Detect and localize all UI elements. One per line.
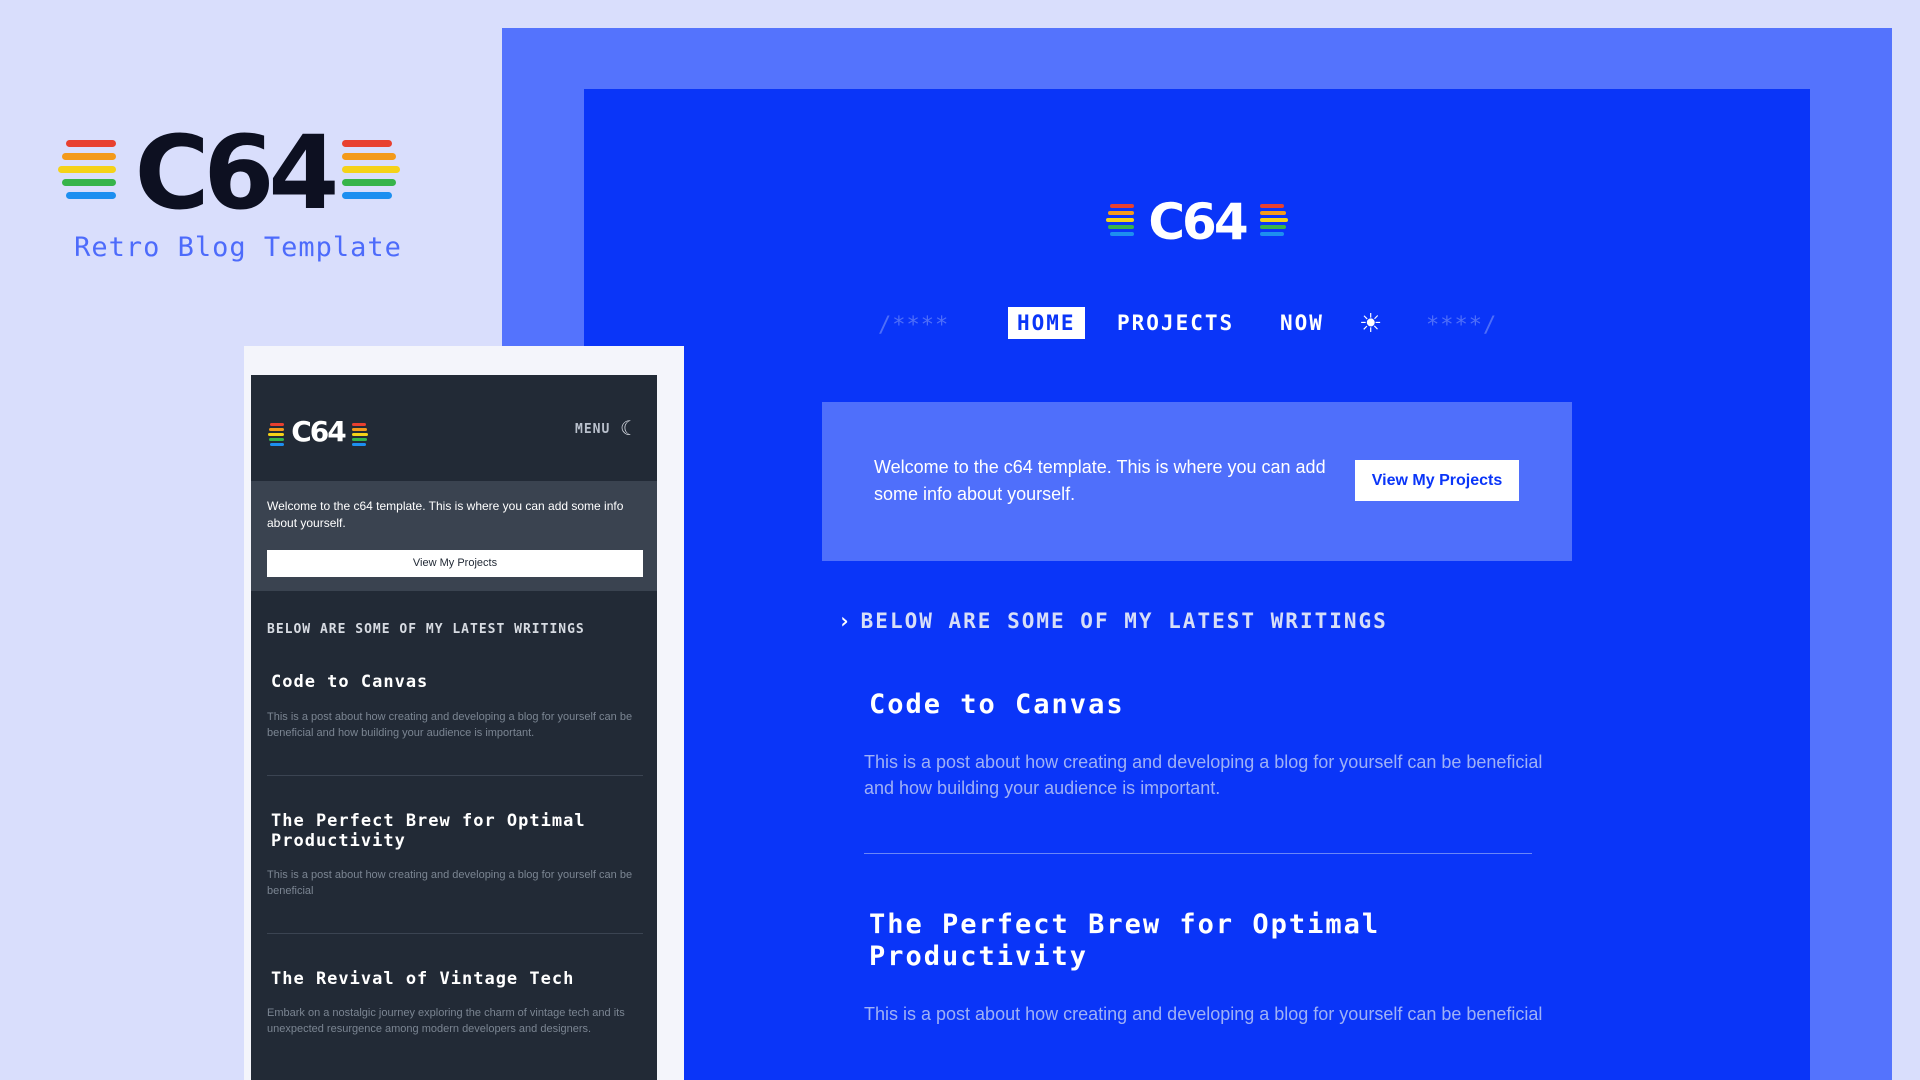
mobile-logo-stripes-left [268, 423, 284, 448]
post-divider [864, 853, 1532, 854]
mobile-logo-stripes-right [352, 423, 368, 448]
mobile-intro-text: Welcome to the c64 template. This is whe… [267, 499, 624, 530]
mobile-section-heading: BELOW ARE SOME OF MY LATEST WRITINGS [267, 622, 585, 637]
sun-icon[interactable]: ☀ [1359, 307, 1382, 339]
nav-deco-right: ****/ [1426, 313, 1498, 338]
mobile-post-description: This is a post about how creating and de… [267, 711, 633, 739]
site-logo-word: C64 [1148, 193, 1248, 251]
mobile-post-title[interactable]: Code to Canvas [271, 672, 651, 692]
site-logo[interactable]: C64 [1106, 193, 1288, 251]
desktop-window: C64 /**** HOME PROJECTS NOW ☀ ****/ Welc… [584, 89, 1810, 1080]
brand-logo-word: C64 [134, 114, 340, 233]
section-heading: › BELOW ARE SOME OF MY LATEST WRITINGS [838, 609, 1388, 633]
nav-deco-left: /**** [878, 313, 950, 338]
view-projects-button[interactable]: View My Projects [1355, 460, 1519, 501]
mobile-header: C64 MENU ☾ [251, 375, 657, 481]
rainbow-stripes-left [58, 140, 116, 205]
nav-item-home[interactable]: HOME [1008, 307, 1085, 339]
rainbow-stripes-right [342, 140, 400, 205]
post-title[interactable]: Code to Canvas [869, 689, 1569, 721]
post-description: This is a post about how creating and de… [864, 1004, 1543, 1024]
logo-stripes-left [1106, 204, 1134, 239]
nav-item-now[interactable]: NOW [1271, 307, 1333, 339]
mobile-window: C64 MENU ☾ Welcome to the c64 template. … [251, 375, 657, 1080]
mobile-post-title[interactable]: The Revival of Vintage Tech [271, 969, 651, 989]
brand-logo: C64 Retro Blog Template [58, 114, 418, 270]
mobile-view-projects-button[interactable]: View My Projects [267, 550, 643, 577]
brand-subtitle: Retro Blog Template [74, 232, 402, 263]
mobile-logo[interactable]: C64 [268, 415, 370, 448]
post-title[interactable]: The Perfect Brew for Optimal Productivit… [869, 909, 1569, 973]
mobile-post-divider [267, 775, 643, 776]
section-heading-text: BELOW ARE SOME OF MY LATEST WRITINGS [860, 609, 1388, 633]
chevron-right-icon: › [838, 609, 853, 633]
intro-card: Welcome to the c64 template. This is whe… [822, 402, 1572, 561]
mobile-logo-word: C64 [291, 415, 347, 448]
mobile-post-description: This is a post about how creating and de… [267, 869, 633, 897]
nav-item-projects[interactable]: PROJECTS [1108, 307, 1243, 339]
intro-text: Welcome to the c64 template. This is whe… [874, 457, 1326, 504]
mobile-post-description: Embark on a nostalgic journey exploring … [267, 1007, 625, 1035]
mobile-intro-card: Welcome to the c64 template. This is whe… [251, 481, 657, 591]
menu-button[interactable]: MENU [575, 422, 610, 437]
logo-stripes-right [1260, 204, 1288, 239]
mobile-post-title[interactable]: The Perfect Brew for Optimal Productivit… [271, 811, 651, 851]
main-nav: /**** HOME PROJECTS NOW ☀ ****/ [584, 307, 1810, 343]
post-description: This is a post about how creating and de… [864, 752, 1543, 798]
moon-icon[interactable]: ☾ [620, 416, 638, 441]
mobile-post-divider [267, 933, 643, 934]
